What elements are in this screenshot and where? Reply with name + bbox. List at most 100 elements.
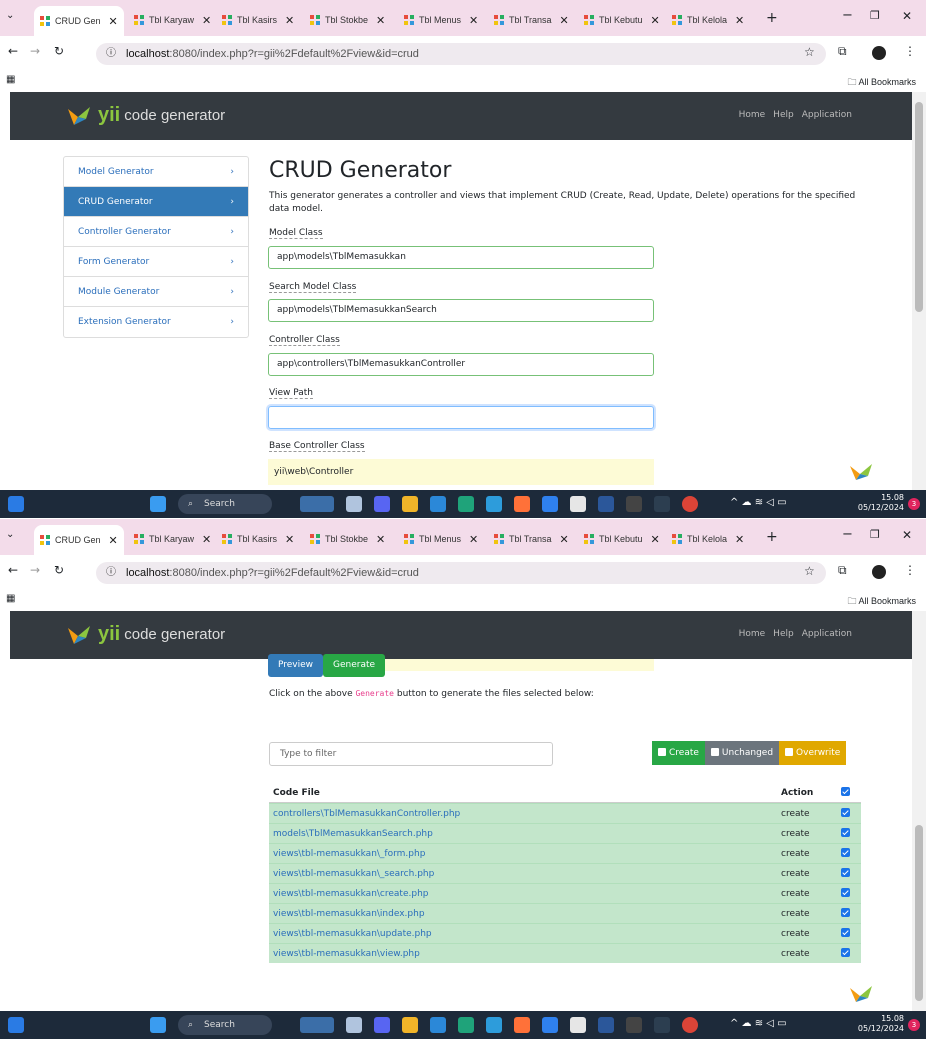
- tab-crud[interactable]: CRUD Gen ✕: [34, 6, 124, 36]
- weather-icon[interactable]: [300, 1017, 334, 1033]
- scrollbar[interactable]: [912, 92, 926, 490]
- extensions-icon[interactable]: ⧉: [838, 563, 847, 578]
- file-link[interactable]: views\tbl-memasukkan\create.php: [269, 889, 781, 899]
- app-icon[interactable]: [458, 496, 474, 512]
- nav-help[interactable]: Help: [773, 629, 794, 639]
- close-icon[interactable]: ✕: [285, 533, 294, 546]
- sidebar-item-model[interactable]: Model Generator ›: [64, 157, 248, 187]
- address-bar[interactable]: ⓘ localhost:8080/index.php?r=gii%2Fdefaul…: [96, 43, 826, 65]
- weather-icon[interactable]: [300, 496, 334, 512]
- nav-application[interactable]: Application: [802, 110, 852, 120]
- close-icon[interactable]: ✕: [469, 533, 478, 546]
- file-explorer-icon[interactable]: [402, 496, 418, 512]
- brand-logo[interactable]: yii code generator: [66, 104, 225, 127]
- nav-home[interactable]: Home: [739, 110, 766, 120]
- windows-start-icon[interactable]: [150, 1017, 166, 1033]
- apps-grid-icon[interactable]: ▦: [6, 74, 15, 85]
- terminal-icon[interactable]: [654, 496, 670, 512]
- file-link[interactable]: views\tbl-memasukkan\_form.php: [269, 849, 781, 859]
- close-icon[interactable]: ✕: [560, 533, 569, 546]
- forward-icon[interactable]: →: [30, 44, 40, 58]
- app-icon[interactable]: [486, 1017, 502, 1033]
- close-icon[interactable]: ✕: [651, 533, 660, 546]
- tab-menus[interactable]: Tbl Menus ✕: [404, 8, 478, 32]
- close-icon[interactable]: ✕: [376, 14, 385, 27]
- scrollbar-thumb[interactable]: [915, 825, 923, 1001]
- row-checkbox[interactable]: [841, 907, 850, 917]
- extensions-icon[interactable]: ⧉: [838, 44, 847, 59]
- windows-start-icon[interactable]: [150, 496, 166, 512]
- filter-input[interactable]: Type to filter: [269, 742, 553, 766]
- new-tab-button[interactable]: +: [766, 529, 778, 545]
- word-icon[interactable]: [598, 496, 614, 512]
- close-icon[interactable]: ✕: [109, 15, 118, 28]
- tab-kebutu[interactable]: Tbl Kebutu ✕: [584, 527, 660, 551]
- notification-badge[interactable]: 3: [908, 498, 920, 510]
- terminal-icon[interactable]: [654, 1017, 670, 1033]
- restore-icon[interactable]: ❐: [870, 528, 880, 541]
- tab-kelola[interactable]: Tbl Kelola ✕: [672, 8, 744, 32]
- tab-stokbe[interactable]: Tbl Stokbe ✕: [310, 8, 385, 32]
- close-icon[interactable]: ✕: [202, 14, 211, 27]
- task-view-icon[interactable]: [346, 1017, 362, 1033]
- toggle-overwrite[interactable]: Overwrite: [779, 741, 847, 765]
- close-icon[interactable]: ✕: [109, 534, 118, 547]
- row-checkbox[interactable]: [841, 807, 850, 817]
- file-link[interactable]: views\tbl-memasukkan\_search.php: [269, 869, 781, 879]
- profile-avatar[interactable]: [872, 565, 886, 579]
- close-window-icon[interactable]: ✕: [902, 9, 912, 23]
- scrollbar-thumb[interactable]: [915, 102, 923, 312]
- tab-search-icon[interactable]: ⌄: [6, 529, 14, 540]
- reload-icon[interactable]: ↻: [54, 44, 64, 58]
- notepad-icon[interactable]: [570, 1017, 586, 1033]
- search-model-class-input[interactable]: app\models\TblMemasukkanSearch: [268, 299, 654, 322]
- close-icon[interactable]: ✕: [735, 533, 744, 546]
- tab-karyawan[interactable]: Tbl Karyaw ✕: [134, 8, 211, 32]
- reload-icon[interactable]: ↻: [54, 563, 64, 577]
- app-icon[interactable]: [626, 1017, 642, 1033]
- star-icon[interactable]: ☆: [804, 45, 815, 59]
- menu-icon[interactable]: ⋮: [904, 44, 916, 58]
- notepad-icon[interactable]: [570, 496, 586, 512]
- restore-icon[interactable]: ❐: [870, 9, 880, 22]
- close-icon[interactable]: ✕: [560, 14, 569, 27]
- minimize-icon[interactable]: −: [842, 527, 853, 542]
- tab-crud[interactable]: CRUD Gen ✕: [34, 525, 124, 555]
- controller-class-input[interactable]: app\controllers\TblMemasukkanController: [268, 353, 654, 376]
- base-controller-class-input[interactable]: yii\web\Controller: [268, 459, 654, 485]
- app-icon[interactable]: [626, 496, 642, 512]
- widgets-icon[interactable]: [8, 1017, 24, 1033]
- sidebar-item-module[interactable]: Module Generator ›: [64, 277, 248, 307]
- close-icon[interactable]: ✕: [651, 14, 660, 27]
- generate-button[interactable]: Generate: [323, 654, 386, 677]
- row-checkbox[interactable]: [841, 887, 850, 897]
- menu-icon[interactable]: ⋮: [904, 563, 916, 577]
- widgets-icon[interactable]: [8, 496, 24, 512]
- file-link[interactable]: views\tbl-memasukkan\view.php: [269, 949, 781, 959]
- tab-karyawan[interactable]: Tbl Karyaw ✕: [134, 527, 211, 551]
- preview-button[interactable]: Preview: [268, 654, 324, 677]
- row-checkbox[interactable]: [841, 947, 850, 957]
- system-tray-icons[interactable]: ^ ☁ ≋ ◁ ▭: [730, 497, 787, 508]
- nav-application[interactable]: Application: [802, 629, 852, 639]
- nav-home[interactable]: Home: [739, 629, 766, 639]
- clock[interactable]: 15.08 05/12/2024: [858, 493, 904, 513]
- row-checkbox[interactable]: [841, 867, 850, 877]
- yii-debug-toolbar-icon[interactable]: [848, 984, 874, 1004]
- all-bookmarks[interactable]: 🗀 All Bookmarks: [847, 75, 916, 91]
- all-bookmarks[interactable]: 🗀 All Bookmarks: [847, 594, 916, 610]
- app-icon[interactable]: [430, 496, 446, 512]
- taskbar-search[interactable]: ⌕ Search: [178, 1015, 272, 1035]
- app-icon[interactable]: [542, 496, 558, 512]
- tab-kasirs[interactable]: Tbl Kasirs ✕: [222, 527, 294, 551]
- sidebar-item-controller[interactable]: Controller Generator ›: [64, 217, 248, 247]
- close-icon[interactable]: ✕: [376, 533, 385, 546]
- word-icon[interactable]: [598, 1017, 614, 1033]
- system-tray-icons[interactable]: ^ ☁ ≋ ◁ ▭: [730, 1018, 787, 1029]
- toggle-create[interactable]: Create: [652, 741, 705, 765]
- tab-kasirs[interactable]: Tbl Kasirs ✕: [222, 8, 294, 32]
- tab-search-icon[interactable]: ⌄: [6, 10, 14, 21]
- sidebar-item-extension[interactable]: Extension Generator ›: [64, 307, 248, 337]
- nav-help[interactable]: Help: [773, 110, 794, 120]
- app-icon[interactable]: [430, 1017, 446, 1033]
